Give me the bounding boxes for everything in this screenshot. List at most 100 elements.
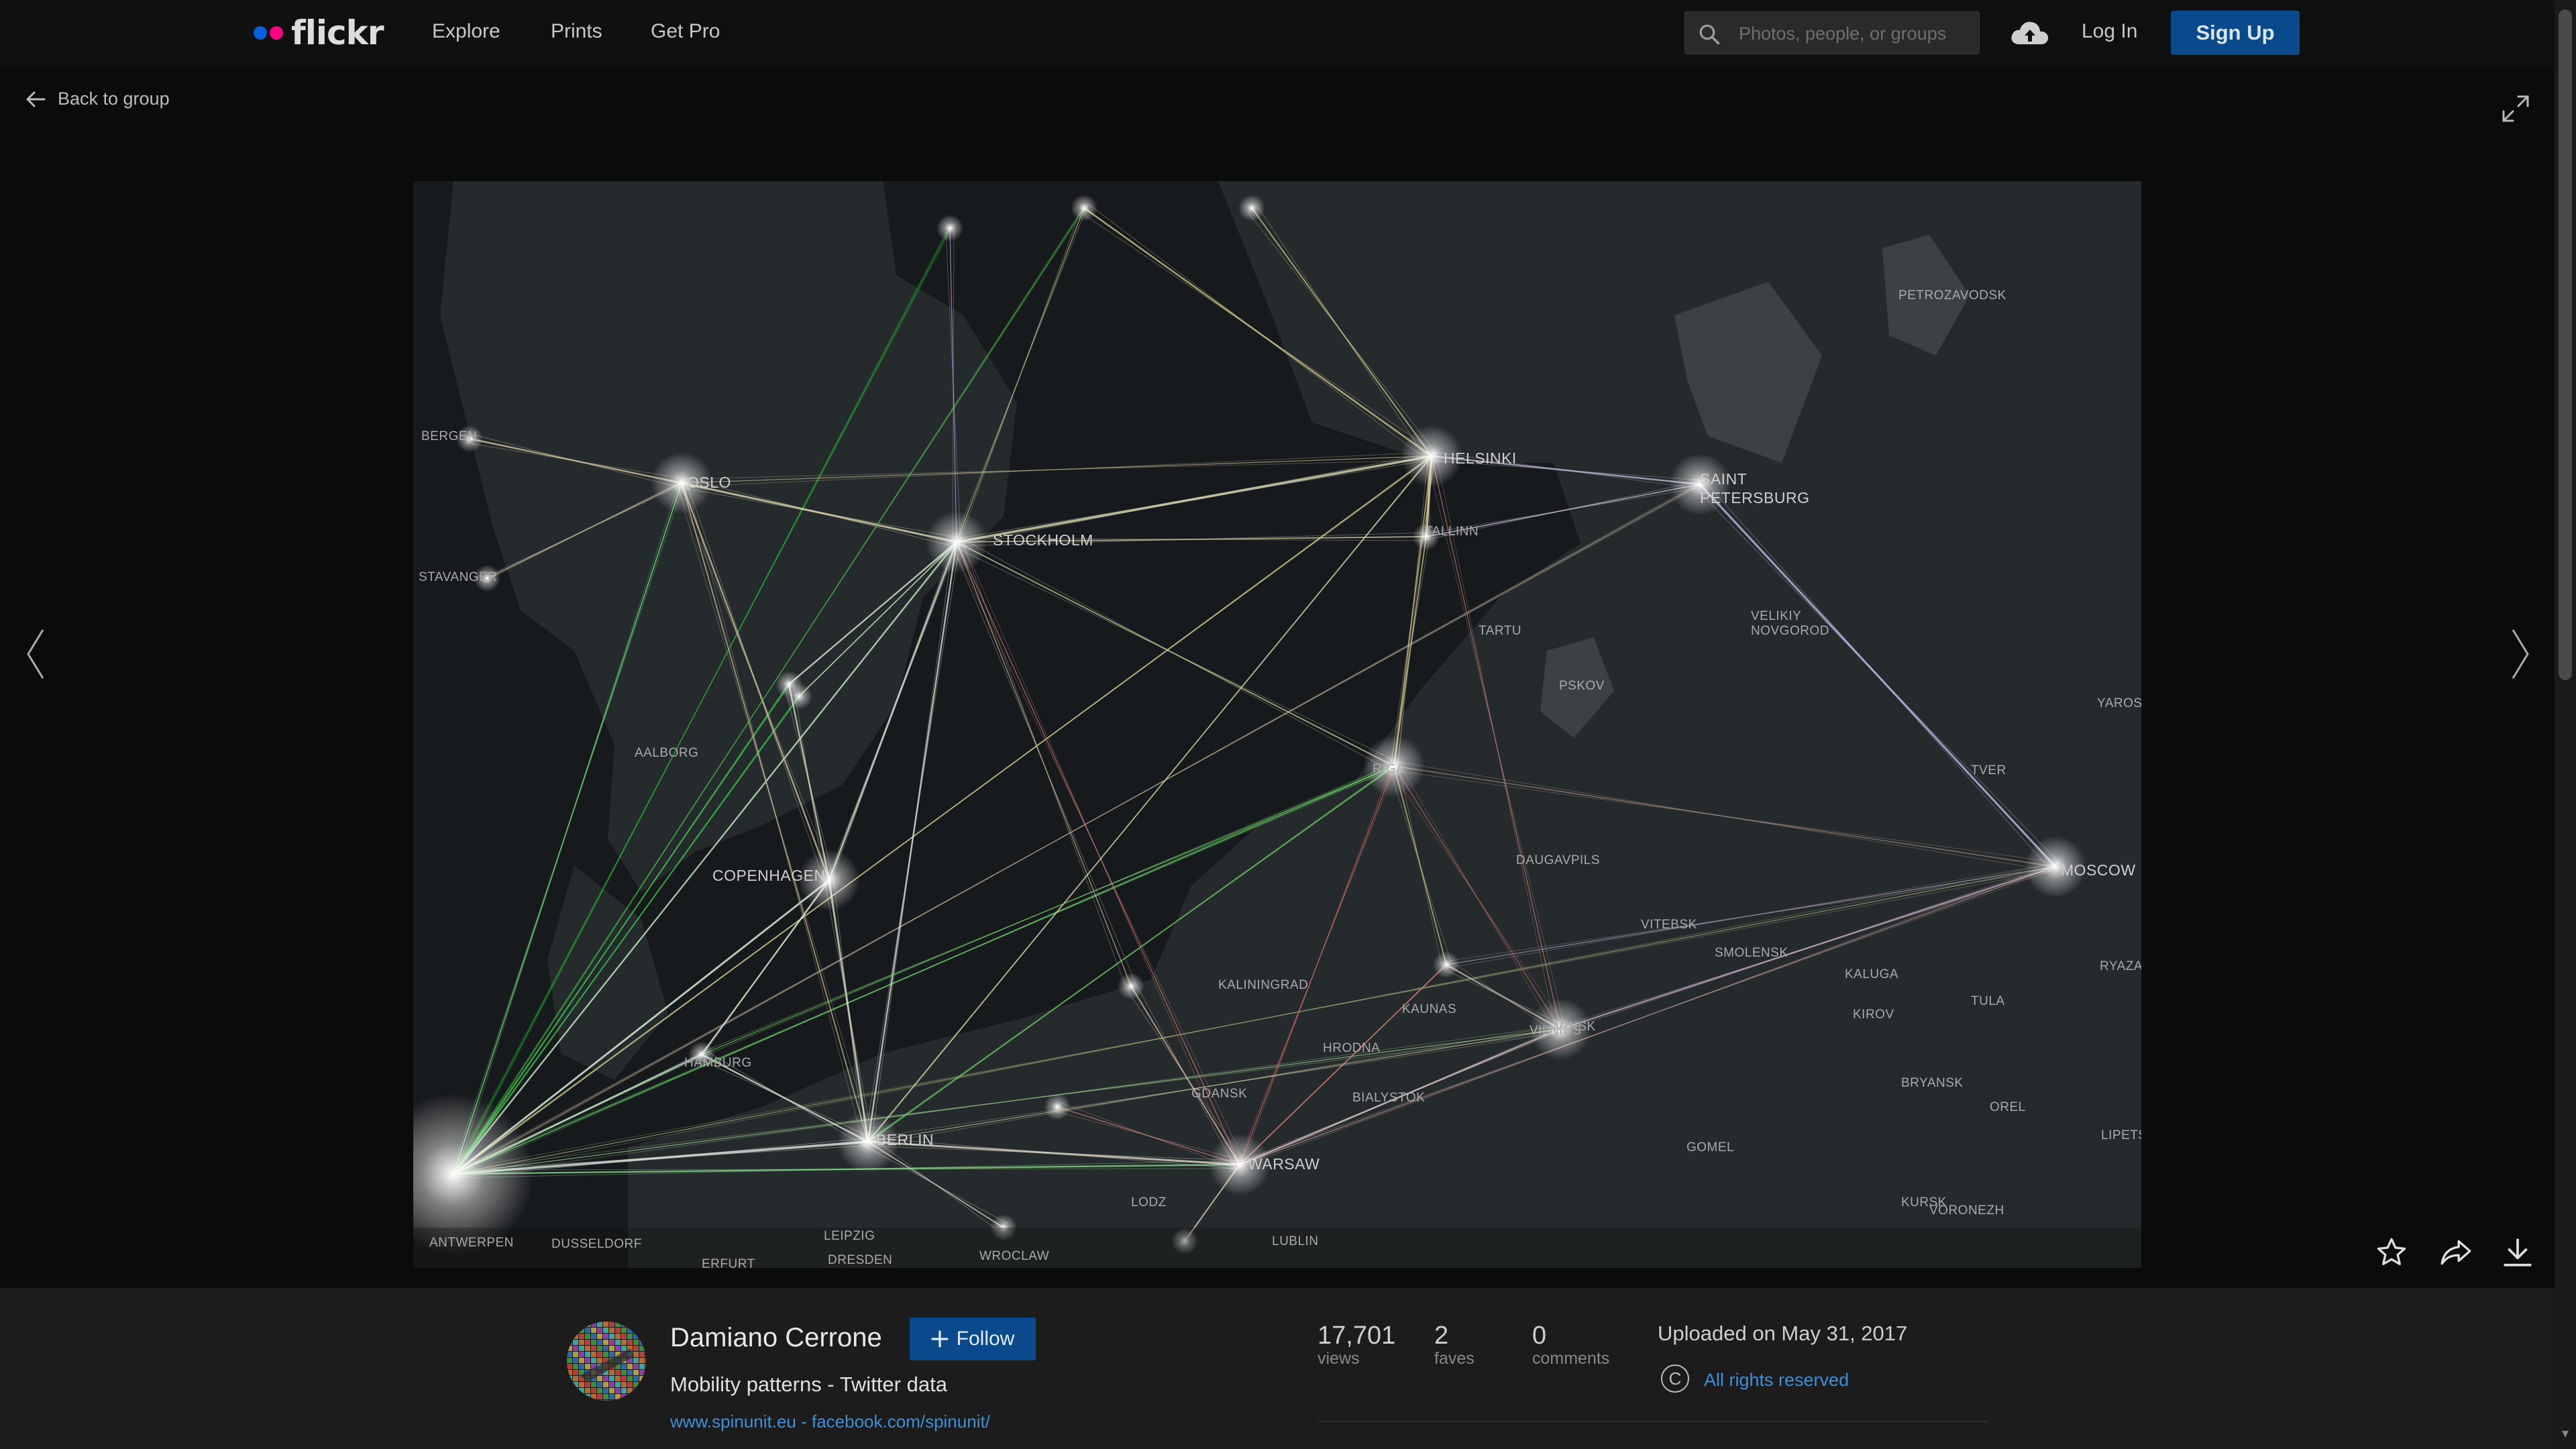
back-to-group-label: Back to group (58, 89, 170, 109)
avatar-pixel (585, 1334, 590, 1339)
city-hub-glow (1433, 951, 1460, 978)
scroll-down-arrow-icon[interactable]: ▾ (2559, 1425, 2572, 1441)
map-label-copenhagen: COPENHAGEN (712, 867, 826, 884)
back-to-group-link[interactable]: Back to group (25, 89, 170, 109)
download-icon[interactable] (2501, 1236, 2534, 1269)
city-hub-glow (1118, 973, 1144, 1000)
mobility-line (952, 545, 1136, 983)
avatar-pixel (603, 1328, 608, 1333)
avatar-pixel (579, 1352, 584, 1357)
avatar-pixel (585, 1352, 590, 1357)
avatar-pixel (615, 1346, 621, 1351)
signup-button[interactable]: Sign Up (2171, 11, 2300, 55)
faves-count: 2 (1434, 1322, 1449, 1350)
avatar-pixel (639, 1352, 645, 1357)
avatar-pixel (573, 1346, 578, 1351)
avatar-pixel (597, 1328, 602, 1333)
author-name[interactable]: Damiano Cerrone (670, 1323, 882, 1353)
avatar-pixel (573, 1340, 578, 1345)
map-label-lipetsk: LIPETSK (2101, 1128, 2141, 1142)
flickr-logo[interactable]: flickr (254, 13, 384, 52)
avatar-pixel (597, 1346, 602, 1351)
search-input[interactable] (1737, 17, 1968, 50)
author-avatar[interactable] (567, 1322, 646, 1401)
map-label-smolensk: SMOLENSK (1715, 946, 1788, 960)
faves-label: faves (1434, 1349, 1474, 1368)
map-label-bergen: BERGEN (421, 429, 478, 443)
avatar-pixel (573, 1358, 578, 1363)
license-link[interactable]: All rights reserved (1704, 1370, 1849, 1391)
map-label-riga: RIGA (1373, 762, 1405, 776)
avatar-pixel (603, 1376, 608, 1381)
nav-explore[interactable]: Explore (432, 20, 500, 43)
avatar-pixel (579, 1364, 584, 1369)
nav-prints[interactable]: Prints (551, 20, 602, 43)
logo-pink-dot (270, 26, 283, 40)
nav-get-pro[interactable]: Get Pro (651, 20, 720, 43)
avatar-pixel (591, 1346, 596, 1351)
follow-button[interactable]: Follow (910, 1318, 1036, 1360)
login-link[interactable]: Log In (2082, 20, 2137, 43)
map-label-gdansk: GDANSK (1191, 1087, 1248, 1101)
arrow-left-icon (26, 91, 46, 107)
follow-label: Follow (956, 1328, 1015, 1350)
map-label-tartu: TARTU (1479, 624, 1522, 638)
avatar-pixel (597, 1358, 602, 1363)
stat-faves: 2 faves (1434, 1322, 1474, 1368)
avatar-pixel (609, 1376, 614, 1381)
land-masses (440, 181, 2141, 1268)
map-label-oryol: OREL (1990, 1100, 2026, 1114)
avatar-pixel (633, 1358, 639, 1363)
avatar-pixel (645, 1358, 646, 1363)
views-count: 17,701 (1318, 1322, 1396, 1350)
map-label-leipzig: LEIPZIG (824, 1229, 875, 1243)
map-label-dusseldorf: DUSSELDORF (551, 1237, 642, 1251)
stat-comments: 0 comments (1532, 1322, 1609, 1368)
city-hub-glow (936, 215, 963, 241)
avatar-pixel (597, 1382, 602, 1387)
avatar-pixel (609, 1388, 614, 1393)
map-label-erfurt: ERFURT (702, 1257, 755, 1268)
upload-cloud-icon[interactable] (2008, 16, 2051, 48)
avatar-pixel (573, 1376, 578, 1381)
avatar-pixel (579, 1340, 584, 1345)
avatar-pixel (633, 1352, 639, 1357)
avatar-pixel (615, 1370, 621, 1375)
map-label-kaluga: KALUGA (1845, 967, 1899, 981)
city-hub-glow (775, 671, 802, 698)
avatar-pixel (621, 1346, 627, 1351)
avatar-pixel (627, 1364, 633, 1369)
previous-photo-arrow[interactable] (24, 627, 47, 681)
search-icon (1699, 24, 1720, 45)
avatar-pixel (615, 1382, 621, 1387)
avatar-pixel (591, 1382, 596, 1387)
avatar-image (567, 1322, 646, 1401)
avatar-pixel (609, 1394, 614, 1399)
avatar-pixel (591, 1340, 596, 1345)
avatar-pixel (585, 1388, 590, 1393)
avatar-pixel (579, 1382, 584, 1387)
map-label-aalborg: AALBORG (635, 746, 699, 760)
map-label-warsaw: WARSAW (1248, 1155, 1320, 1173)
city-hub-glow (1238, 195, 1265, 221)
main-photo: OSLO STOCKHOLM HELSINKI TALLINN SAINT PE… (413, 181, 2141, 1268)
map-label-pskov: PSKOV (1559, 679, 1605, 693)
next-photo-arrow[interactable] (2509, 627, 2532, 681)
avatar-pixel (579, 1334, 584, 1339)
avatar-pixel (621, 1388, 627, 1393)
scrollbar-thumb[interactable] (2559, 9, 2572, 680)
share-icon[interactable] (2439, 1236, 2473, 1269)
avatar-pixel (633, 1376, 639, 1381)
avatar-pixel (621, 1370, 627, 1375)
map-label-yaroslavl: YAROSL (2097, 696, 2141, 710)
photo-info-panel (0, 1288, 2555, 1449)
avatar-pixel (615, 1340, 621, 1345)
avatar-pixel (627, 1382, 633, 1387)
avatar-pixel (585, 1328, 590, 1333)
photo-description-links[interactable]: www.spinunit.eu - facebook.com/spinunit/ (670, 1411, 990, 1432)
fullscreen-icon[interactable] (2501, 94, 2530, 123)
map-label-bialystok: BIALYSTOK (1352, 1091, 1426, 1105)
star-fave-icon[interactable] (2375, 1236, 2408, 1269)
search-box[interactable] (1684, 11, 1980, 54)
avatar-pixel (585, 1340, 590, 1345)
